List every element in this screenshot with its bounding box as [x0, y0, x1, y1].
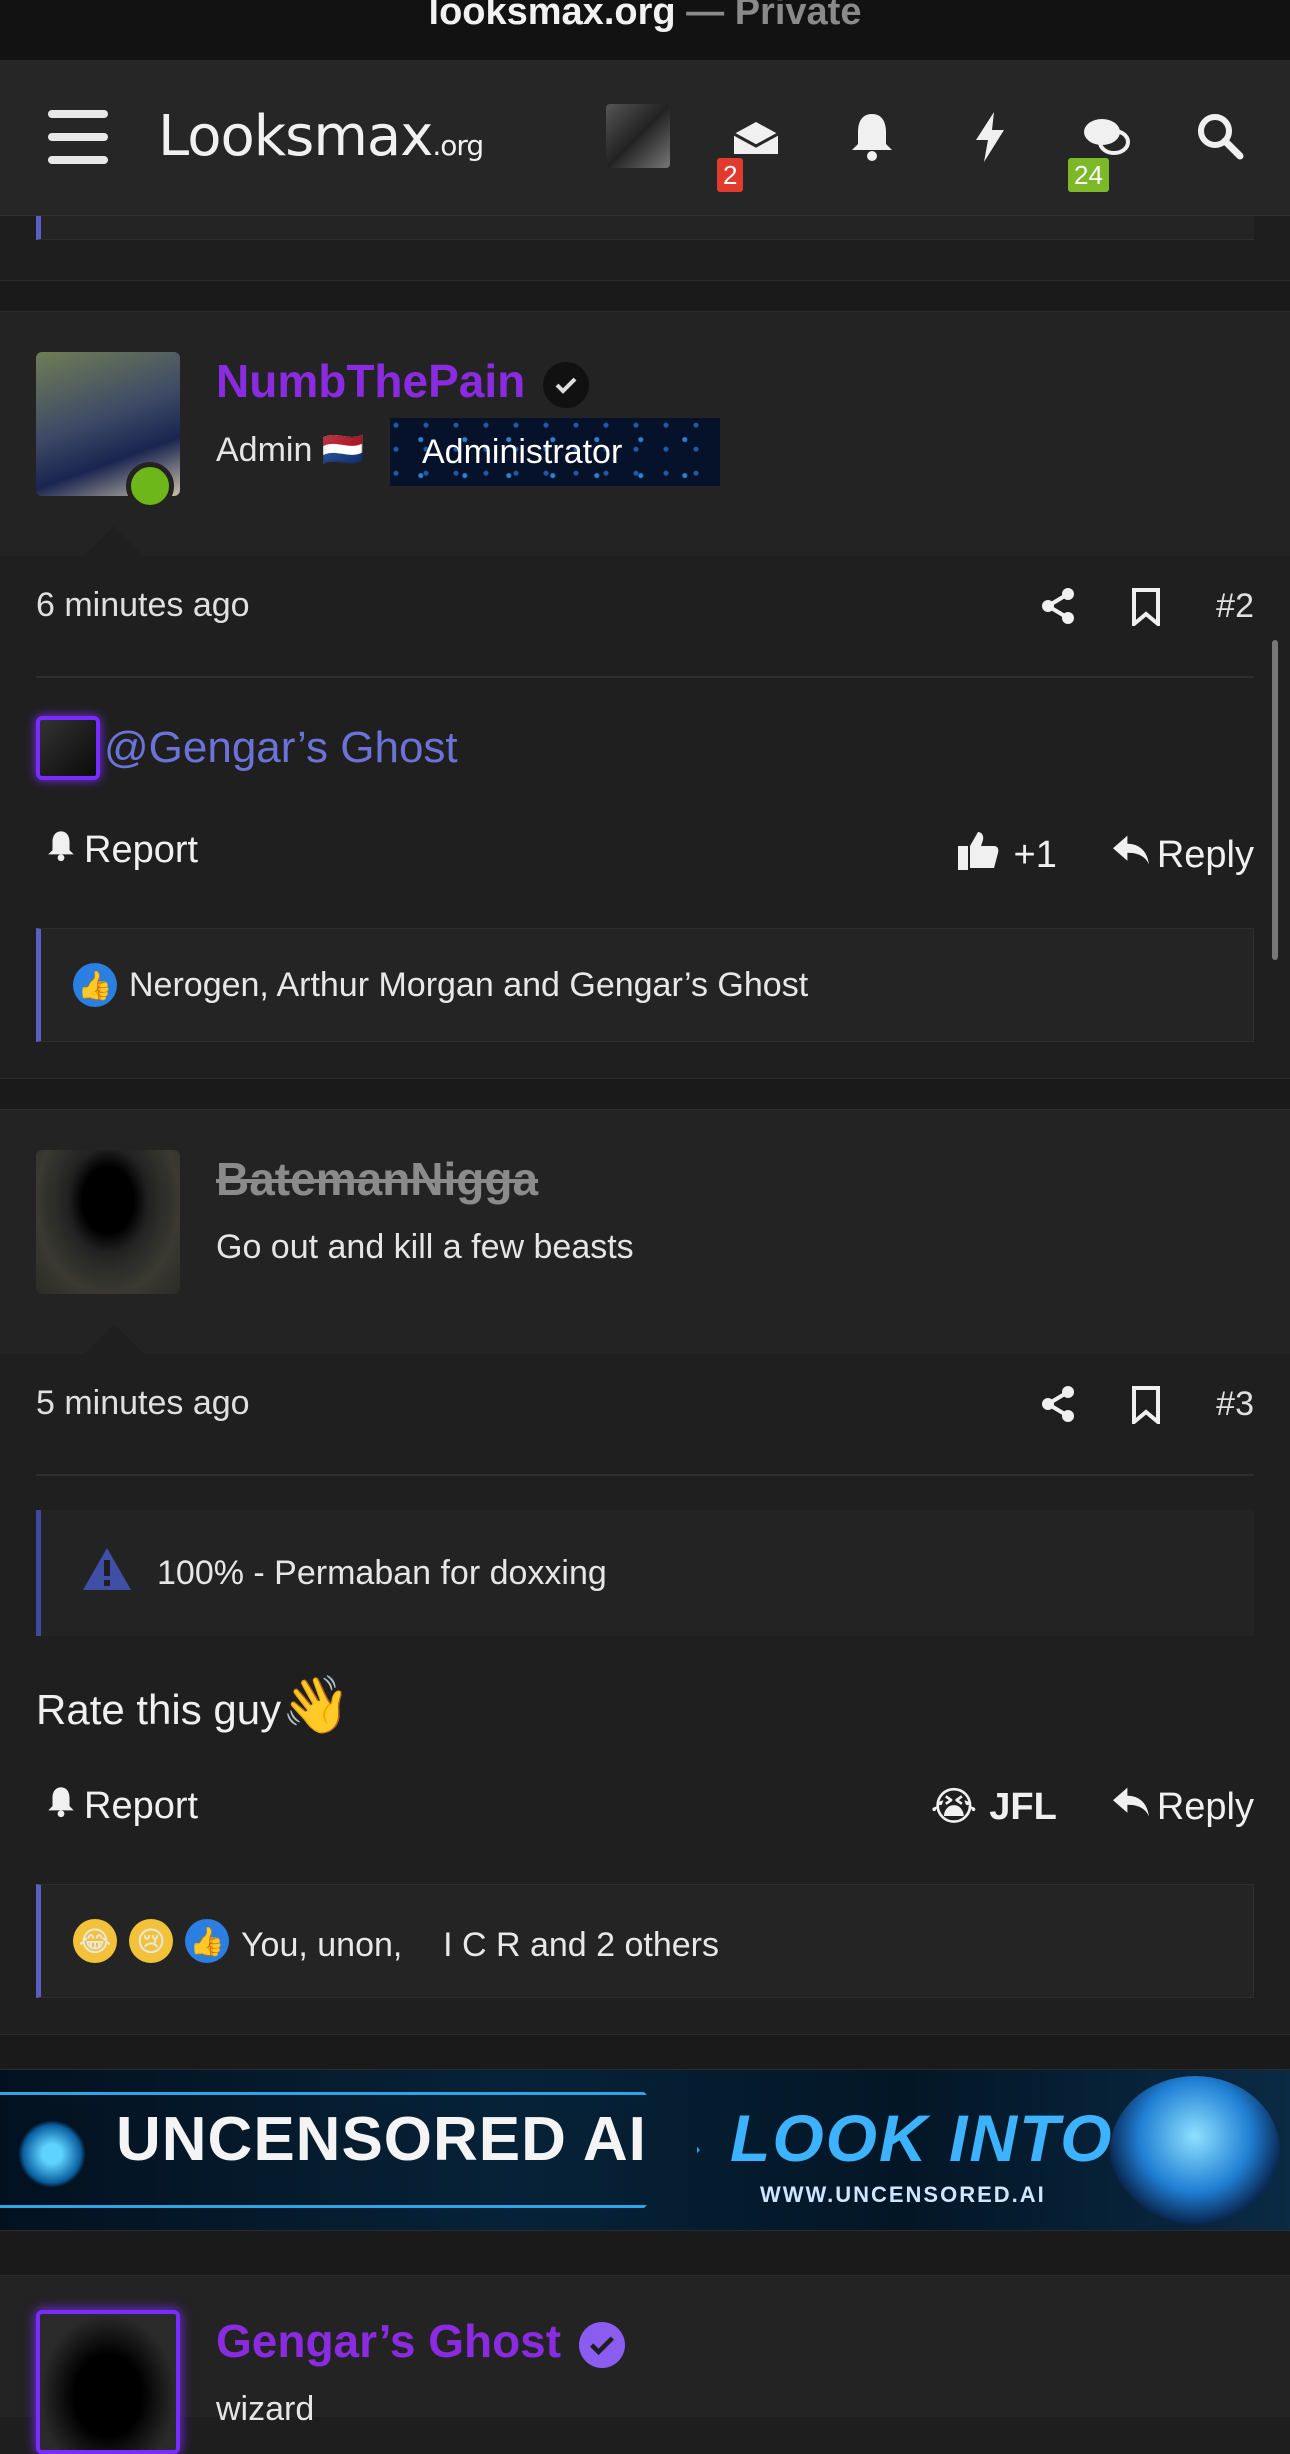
user-title: Go out and kill a few beasts	[216, 1228, 634, 1266]
report-label: Report	[84, 828, 199, 871]
waving-hand-emoji: 👋	[281, 1673, 351, 1736]
post-separator	[0, 1078, 1290, 1110]
post-number[interactable]: #3	[1216, 1385, 1254, 1424]
avatar[interactable]	[36, 2310, 180, 2454]
ad-banner[interactable]: UNCENSORED AI LOOK INTO IT WWW.UNCENSORE…	[0, 2070, 1290, 2230]
logo-text: Looksmax	[158, 104, 433, 169]
post-time[interactable]: 6 minutes ago	[36, 586, 250, 624]
user-role: Admin	[216, 431, 313, 469]
mention[interactable]: @Gengar’s Ghost	[36, 716, 458, 780]
like-reaction-icon: 👍	[73, 963, 117, 1007]
flag-icon: 🇳🇱	[321, 431, 365, 469]
message-text: Rate this guy	[36, 1686, 282, 1733]
reply-icon	[1111, 1784, 1151, 1830]
post-number[interactable]: #2	[1216, 587, 1254, 626]
bookmark-icon[interactable]	[1128, 1384, 1164, 1427]
verified-icon	[543, 361, 590, 408]
ad-url: WWW.UNCENSORED.AI	[760, 2182, 1046, 2207]
user-avatar[interactable]	[606, 104, 670, 168]
logo-suffix: .org	[432, 129, 484, 162]
post-separator	[0, 280, 1290, 312]
reply-label: Reply	[1156, 1785, 1254, 1828]
bell-icon	[44, 1784, 78, 1828]
reactions-text: Nerogen, Arthur Morgan and Gengar’s Ghos…	[129, 965, 809, 1004]
warning-text: 100% - Permaban for doxxing	[157, 1553, 607, 1592]
bell-icon[interactable]	[842, 106, 902, 166]
like-button[interactable]: +1	[956, 828, 1057, 882]
post-message: Rate this guy👋	[36, 1672, 351, 1738]
post-header: Gengar’s Ghost wizard	[0, 2276, 1290, 2454]
share-icon[interactable]	[1040, 1384, 1076, 1424]
username[interactable]: NumbThePain	[216, 354, 590, 408]
site-domain: looksmax.org	[428, 0, 676, 33]
private-indicator: — Private	[686, 0, 862, 33]
inbox-icon[interactable]	[726, 106, 786, 166]
reply-icon	[1111, 832, 1151, 878]
crying-laughing-icon: 😭	[930, 1785, 978, 1829]
divider	[36, 676, 1254, 678]
post-separator	[0, 2230, 1290, 2276]
reactions-list[interactable]: 👍 Nerogen, Arthur Morgan and Gengar’s Gh…	[36, 928, 1254, 1042]
post-separator	[0, 2034, 1290, 2070]
warning-notice: 100% - Permaban for doxxing	[36, 1510, 1254, 1636]
post-body: 5 minutes ago #3 100% - Permaban for dox…	[0, 1354, 1290, 2034]
sad-reaction-icon: 😢	[129, 1919, 173, 1963]
verified-icon	[579, 2321, 626, 2368]
jfl-reaction-button[interactable]: 😭 JFL	[931, 1784, 1057, 1830]
bell-icon	[44, 828, 78, 872]
username[interactable]: BatemanNigga	[216, 1152, 538, 1206]
user-title: Admin 🇳🇱	[216, 430, 364, 470]
reaction-label: JFL	[989, 1785, 1057, 1828]
post-header: NumbThePain Admin 🇳🇱 Administrator	[0, 312, 1290, 556]
post-header: BatemanNigga Go out and kill a few beast…	[0, 1110, 1290, 1354]
divider	[36, 1474, 1254, 1476]
like-reaction-icon: 👍	[185, 1919, 229, 1963]
reply-button[interactable]: Reply	[1111, 1784, 1254, 1830]
role-banner: Administrator	[390, 418, 720, 486]
mention-avatar	[36, 716, 100, 780]
inbox-badge: 2	[717, 158, 744, 192]
previous-reactions-box	[36, 216, 1254, 240]
bolt-icon[interactable]	[960, 106, 1020, 166]
scrollbar[interactable]	[1272, 640, 1278, 960]
warning-icon	[81, 1546, 133, 1601]
username-text: NumbThePain	[216, 355, 526, 407]
post-body: 6 minutes ago #2 @Gengar’s Ghost Report …	[0, 556, 1290, 1078]
thumbs-up-icon	[956, 828, 1000, 882]
site-header: Looksmax.org 2 24	[0, 60, 1290, 216]
report-label: Report	[84, 1784, 199, 1827]
conversations-icon[interactable]	[1076, 106, 1136, 166]
online-status-icon	[126, 462, 174, 510]
like-count: +1	[1013, 833, 1057, 876]
reply-button[interactable]: Reply	[1111, 832, 1254, 878]
report-button[interactable]: Report	[44, 828, 198, 872]
post-pointer	[84, 1324, 144, 1354]
ad-brain-icon	[1110, 2076, 1280, 2226]
search-icon[interactable]	[1190, 106, 1250, 166]
reactions-list[interactable]: 😂 😢 👍 You, unon, ㅤI C R and 2 others	[36, 1884, 1254, 1998]
post-pointer	[84, 526, 144, 556]
username-text: Gengar’s Ghost	[216, 2315, 562, 2367]
crying-laughing-reaction-icon: 😂	[73, 1919, 117, 1963]
site-logo[interactable]: Looksmax.org	[158, 104, 484, 169]
user-title: wizard	[216, 2390, 315, 2428]
mention-text: @Gengar’s Ghost	[104, 723, 458, 772]
post-time[interactable]: 5 minutes ago	[36, 1384, 250, 1422]
browser-url-bar[interactable]: looksmax.org — Private	[0, 0, 1290, 60]
ad-headline: UNCENSORED AI	[116, 2105, 647, 2174]
share-icon[interactable]	[1040, 586, 1076, 626]
reply-label: Reply	[1156, 833, 1254, 876]
report-button[interactable]: Report	[44, 1784, 198, 1828]
reactions-text: You, unon, ㅤI C R and 2 others	[241, 1925, 719, 1964]
bookmark-icon[interactable]	[1128, 586, 1164, 629]
menu-icon[interactable]	[48, 110, 108, 166]
avatar[interactable]	[36, 1150, 180, 1294]
username[interactable]: Gengar’s Ghost	[216, 2314, 626, 2368]
alerts-badge: 24	[1068, 158, 1109, 192]
